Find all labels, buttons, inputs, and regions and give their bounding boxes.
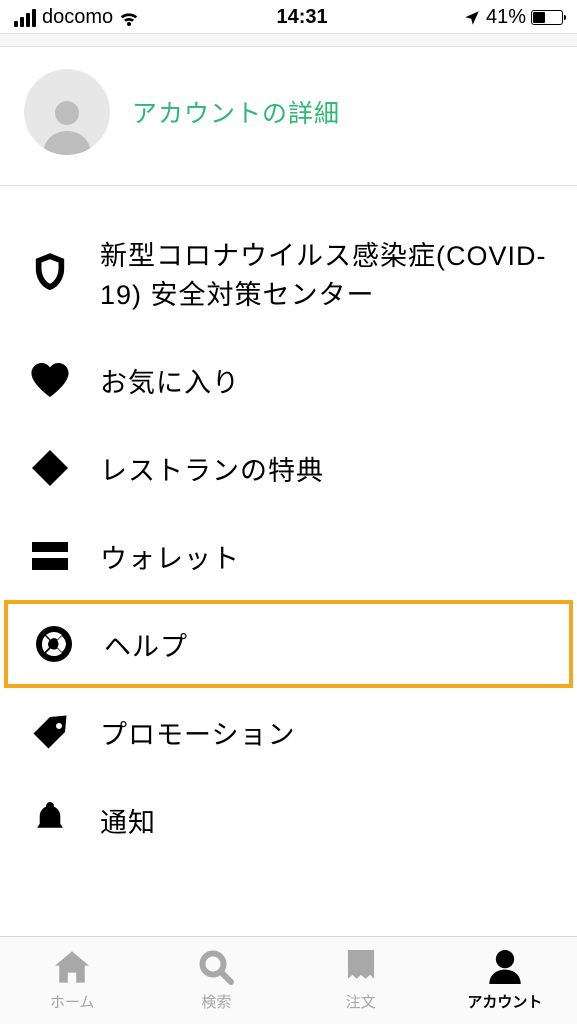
menu-item-wallet[interactable]: ウォレット — [0, 512, 577, 600]
menu-item-notifications[interactable]: 通知 — [0, 776, 577, 864]
home-icon — [52, 947, 92, 987]
menu-item-label: レストランの特典 — [100, 449, 324, 488]
menu-item-label: 新型コロナウイルス感染症(COVID-19) 安全対策センター — [100, 234, 547, 312]
heart-icon — [30, 360, 70, 400]
battery-percent: 41% — [486, 6, 526, 29]
signal-icon — [14, 9, 36, 27]
tag-icon — [30, 712, 70, 752]
receipt-icon — [341, 947, 381, 987]
lifebuoy-icon — [34, 624, 74, 664]
menu-item-rewards[interactable]: レストランの特典 — [0, 424, 577, 512]
wallet-icon — [30, 536, 70, 576]
menu-item-label: ヘルプ — [104, 625, 188, 664]
person-icon — [485, 947, 525, 987]
location-icon — [463, 9, 481, 27]
bell-icon — [30, 800, 70, 840]
menu-item-covid[interactable]: 新型コロナウイルス感染症(COVID-19) 安全対策センター — [0, 210, 577, 336]
menu-item-label: ウォレット — [100, 537, 240, 576]
account-details-link[interactable]: アカウントの詳細 — [132, 94, 340, 130]
menu-item-help[interactable]: ヘルプ — [4, 600, 573, 688]
menu-item-label: プロモーション — [100, 713, 295, 752]
carrier-label: docomo — [42, 6, 113, 29]
status-bar: docomo 14:31 41% — [0, 0, 577, 33]
tab-label: アカウント — [467, 991, 542, 1012]
menu-item-favorites[interactable]: お気に入り — [0, 336, 577, 424]
menu-list: 新型コロナウイルス感染症(COVID-19) 安全対策センター お気に入り レス… — [0, 186, 577, 864]
shield-icon — [30, 253, 70, 293]
tab-orders[interactable]: 注文 — [289, 937, 433, 1024]
tab-search[interactable]: 検索 — [144, 937, 288, 1024]
status-left: docomo — [14, 6, 141, 29]
account-header[interactable]: アカウントの詳細 — [0, 47, 577, 186]
tab-bar: ホーム 検索 注文 アカウント — [0, 936, 577, 1024]
tab-label: 注文 — [346, 991, 376, 1012]
avatar — [24, 69, 110, 155]
tab-home[interactable]: ホーム — [0, 937, 144, 1024]
status-time: 14:31 — [276, 6, 327, 29]
menu-item-promotions[interactable]: プロモーション — [0, 688, 577, 776]
status-right: 41% — [463, 6, 563, 29]
tab-label: 検索 — [201, 991, 231, 1012]
search-icon — [196, 947, 236, 987]
menu-item-label: 通知 — [100, 801, 156, 840]
header-separator — [0, 33, 577, 47]
battery-icon — [531, 10, 563, 25]
menu-item-label: お気に入り — [100, 361, 240, 400]
tab-account[interactable]: アカウント — [433, 937, 577, 1024]
wifi-icon — [117, 8, 141, 28]
diamond-icon — [30, 448, 70, 488]
tab-label: ホーム — [50, 991, 95, 1012]
